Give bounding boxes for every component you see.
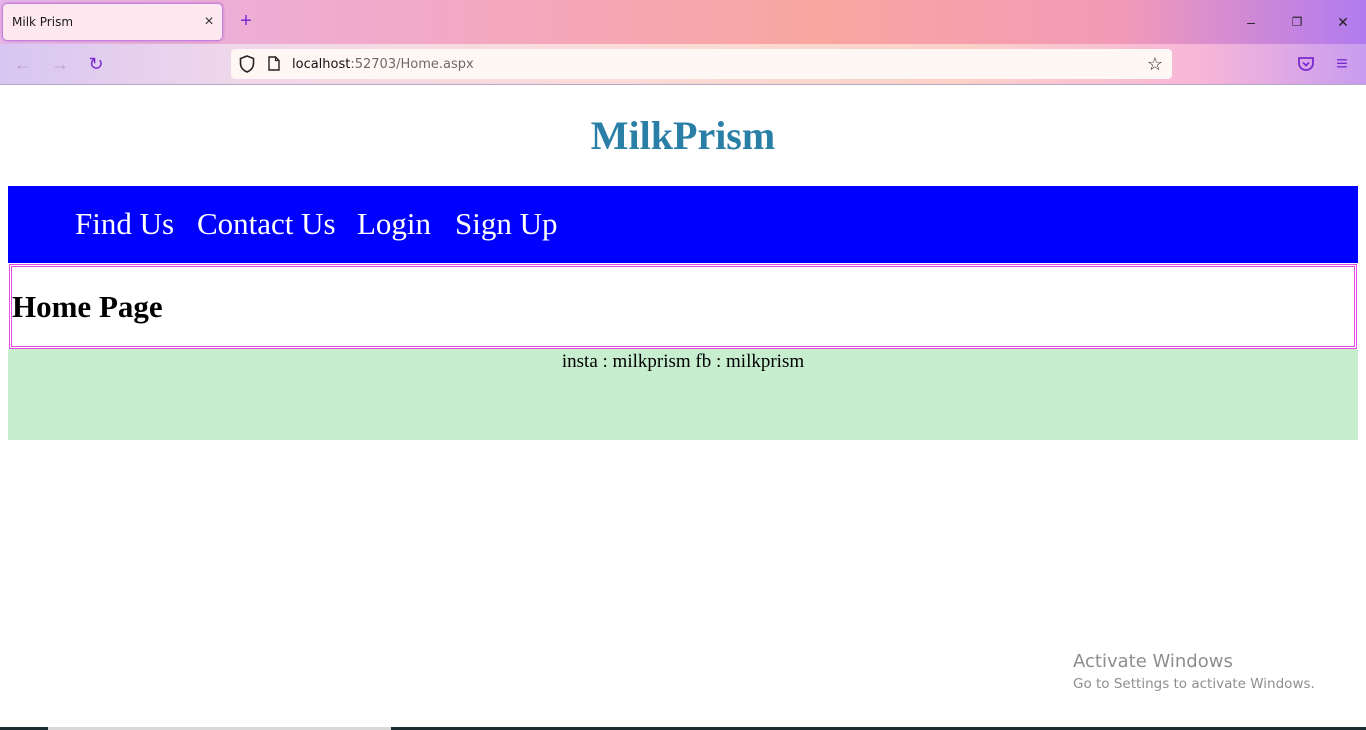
- bookmark-star-icon[interactable]: ☆: [1145, 54, 1165, 74]
- page-heading: Home Page: [12, 289, 163, 324]
- url-host: localhost: [292, 57, 351, 72]
- activate-windows-title: Activate Windows: [1073, 651, 1233, 672]
- site-title: MilkPrism: [590, 113, 776, 158]
- url-text[interactable]: localhost:52703/Home.aspx: [292, 57, 474, 72]
- site-footer: insta : milkprism fb : milkprism: [8, 349, 1358, 440]
- page-icon: [268, 56, 280, 71]
- reload-icon[interactable]: ↻: [84, 52, 108, 76]
- activate-windows-watermark: Activate Windows Go to Settings to activ…: [1073, 651, 1315, 692]
- minimize-icon[interactable]: –: [1241, 12, 1261, 32]
- tracking-shield-icon[interactable]: [239, 55, 255, 73]
- site-navbar: Find Us Contact Us Login Sign Up: [8, 186, 1358, 263]
- content-panel: Home Page: [9, 264, 1357, 349]
- footer-social-text: insta : milkprism fb : milkprism: [561, 351, 805, 372]
- tab-strip: Milk Prism × + – ❐ ✕: [0, 0, 1366, 44]
- url-path: :52703/Home.aspx: [350, 57, 474, 72]
- restore-icon[interactable]: ❐: [1287, 12, 1307, 32]
- tab-close-icon[interactable]: ×: [202, 13, 216, 31]
- content-inner-border: [11, 266, 1355, 347]
- forward-arrow-icon[interactable]: →: [48, 52, 72, 76]
- nav-login[interactable]: Login: [357, 206, 431, 242]
- browser-chrome: Milk Prism × + – ❐ ✕ ← → ↻ localhost:527…: [0, 0, 1366, 85]
- new-tab-icon[interactable]: +: [237, 11, 255, 33]
- window-close-icon[interactable]: ✕: [1333, 12, 1353, 32]
- back-arrow-icon[interactable]: ←: [11, 52, 35, 76]
- tab-title: Milk Prism: [12, 15, 74, 29]
- active-tab[interactable]: Milk Prism ×: [2, 3, 223, 41]
- hamburger-menu-icon[interactable]: ≡: [1332, 54, 1352, 74]
- nav-contact-us[interactable]: Contact Us: [197, 206, 336, 242]
- nav-find-us[interactable]: Find Us: [75, 206, 174, 242]
- nav-sign-up[interactable]: Sign Up: [455, 206, 558, 242]
- url-bar[interactable]: localhost:52703/Home.aspx ☆: [231, 49, 1172, 79]
- activate-windows-subtitle: Go to Settings to activate Windows.: [1073, 676, 1315, 692]
- pocket-icon[interactable]: [1296, 54, 1316, 74]
